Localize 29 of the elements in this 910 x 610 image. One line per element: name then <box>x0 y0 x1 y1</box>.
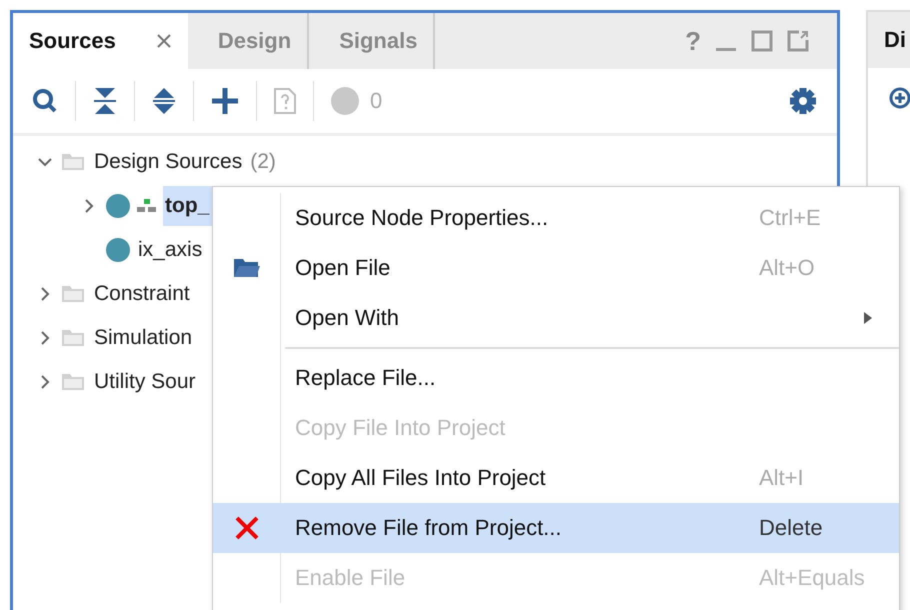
close-icon[interactable] <box>156 33 172 49</box>
collapse-all-icon[interactable] <box>92 86 118 116</box>
remove-icon <box>234 515 260 541</box>
tree-item[interactable]: Utility Sour <box>92 362 198 402</box>
search-icon[interactable] <box>31 87 59 115</box>
folder-icon <box>61 372 87 392</box>
tree-item[interactable]: Constraint <box>92 274 192 314</box>
menu-item[interactable]: Remove File from Project... Delete <box>213 503 899 553</box>
menu-item[interactable]: Replace File... <box>213 353 899 403</box>
source-dot-icon <box>105 193 131 219</box>
submenu-arrow-icon <box>863 311 873 325</box>
tree-item[interactable]: ix_axis <box>136 230 204 270</box>
folder-icon <box>61 284 87 304</box>
folder-icon <box>232 257 260 279</box>
folder-icon <box>61 152 87 172</box>
tree-item[interactable]: Simulation <box>92 318 194 358</box>
hierarchy-icon <box>136 197 158 215</box>
add-icon[interactable] <box>210 86 240 116</box>
folder-icon <box>61 328 87 348</box>
tree-item[interactable]: Design Sources <box>92 142 244 182</box>
tab[interactable]: Sources <box>13 13 188 69</box>
item-count: (2) <box>250 150 276 174</box>
warning-count: 0 <box>370 88 382 114</box>
expand-all-icon[interactable] <box>151 86 177 116</box>
menu-item[interactable]: Open File Alt+O <box>213 243 899 293</box>
menu-item[interactable]: Source Node Properties... Ctrl+E <box>213 193 899 243</box>
menu-item[interactable]: Open With <box>213 293 899 343</box>
source-dot-icon <box>105 237 131 263</box>
zoom-in-icon[interactable] <box>888 86 910 110</box>
